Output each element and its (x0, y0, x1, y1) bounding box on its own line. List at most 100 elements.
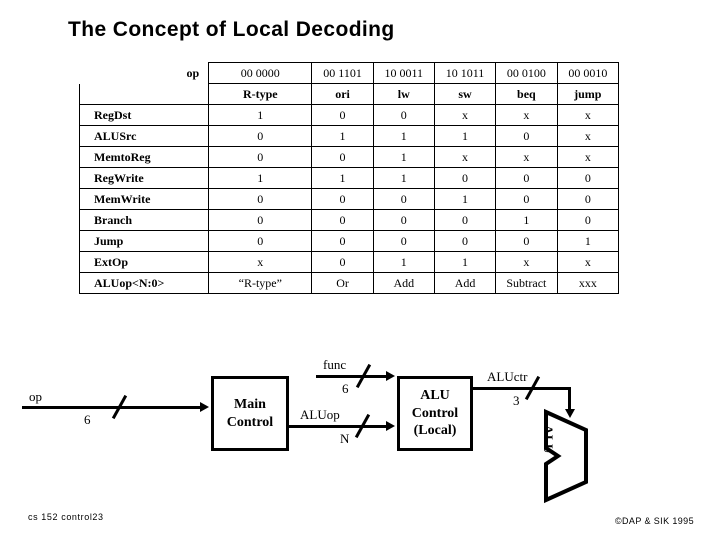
op-wire-width-label: 6 (84, 412, 91, 427)
signal-value: 0 (209, 126, 312, 146)
signal-name: ExtOp (80, 252, 209, 272)
signal-value: x (434, 105, 496, 125)
signal-value: 1 (373, 147, 434, 167)
aluctr-wire-label: ALUctr (487, 369, 528, 384)
empty-corner-cell (80, 84, 209, 104)
signal-value: xxx (557, 273, 618, 293)
signal-value: 0 (373, 189, 434, 209)
aluop-wire-label: ALUop (300, 407, 340, 422)
signal-value: 1 (312, 126, 373, 146)
signal-value: 1 (434, 189, 496, 209)
signal-value: 0 (312, 189, 373, 209)
alu-control-line1: ALU (420, 388, 450, 404)
signal-value: Add (434, 273, 496, 293)
signal-value: 0 (312, 231, 373, 251)
table-row: MemWrite 0 0 0 1 0 0 (80, 189, 618, 209)
signal-value: 0 (209, 147, 312, 167)
table-header-opcodes: op 00 0000 00 1101 10 0011 10 1011 00 01… (78, 62, 618, 84)
func-wire-arrowhead (386, 371, 395, 381)
signal-value: 0 (434, 210, 496, 230)
signal-value: 0 (209, 189, 312, 209)
opcode-cell: 00 0000 (209, 63, 312, 83)
signal-value: 1 (434, 252, 496, 272)
signal-value: 0 (312, 147, 373, 167)
signal-value: 0 (209, 210, 312, 230)
opcode-cell: 00 1101 (312, 63, 373, 83)
func-wire (316, 375, 388, 378)
signal-value: 1 (434, 126, 496, 146)
table-row: RegWrite 1 1 1 0 0 0 (80, 168, 618, 188)
signal-value: 1 (373, 168, 434, 188)
table-body: op 00 0000 00 1101 10 0011 10 1011 00 01… (78, 62, 618, 293)
signal-value: 0 (373, 231, 434, 251)
aluctr-wire-horizontal (473, 387, 571, 390)
signal-value: 0 (496, 126, 557, 146)
signal-value: 0 (557, 210, 618, 230)
opcode-cell: 10 0011 (373, 63, 434, 83)
signal-value: 0 (312, 105, 373, 125)
signal-value: 0 (496, 189, 557, 209)
signal-value: x (496, 252, 557, 272)
local-decoding-block-diagram: op 6 Main Control func 6 ALUop N ALU Con… (0, 345, 720, 510)
signal-value: 1 (209, 105, 312, 125)
instruction-cell: lw (373, 84, 434, 104)
op-wire-arrowhead (200, 402, 209, 412)
op-header-label: op (78, 62, 209, 84)
instruction-cell: beq (496, 84, 557, 104)
signal-value: 0 (496, 168, 557, 188)
alu-unit-label: ALU (541, 425, 556, 454)
signal-value: 1 (496, 210, 557, 230)
signal-value: x (557, 105, 618, 125)
control-signal-table: op 00 0000 00 1101 10 0011 10 1011 00 01… (78, 62, 619, 294)
signal-name: ALUSrc (80, 126, 209, 146)
signal-name: MemtoReg (80, 147, 209, 167)
signal-value: 0 (373, 105, 434, 125)
alu-control-box[interactable]: ALU Control (Local) (397, 376, 473, 451)
signal-value: 1 (373, 126, 434, 146)
aluop-wire (288, 425, 388, 428)
signal-value: x (557, 126, 618, 146)
signal-value: “R-type” (209, 273, 312, 293)
signal-value: 0 (434, 168, 496, 188)
signal-value: x (496, 147, 557, 167)
func-wire-width-label: 6 (342, 381, 349, 396)
opcode-cell: 00 0010 (557, 63, 618, 83)
signal-value: x (209, 252, 312, 272)
func-wire-label: func (323, 357, 347, 372)
signal-value: 1 (373, 252, 434, 272)
page-title: The Concept of Local Decoding (68, 18, 395, 41)
table-row: Jump 0 0 0 0 0 1 (80, 231, 618, 251)
signal-value: 0 (557, 189, 618, 209)
signal-name: RegDst (80, 105, 209, 125)
op-wire-label: op (29, 389, 42, 404)
table-row: ALUSrc 0 1 1 1 0 x (80, 126, 618, 146)
main-control-line1: Main (234, 397, 266, 412)
alu-control-line3: (Local) (413, 423, 457, 439)
signal-value: 0 (557, 168, 618, 188)
main-control-line2: Control (226, 414, 274, 430)
aluop-wire-width-label: N (340, 431, 350, 446)
aluop-wire-arrowhead (386, 421, 395, 431)
table-header-instructions: R-type ori lw sw beq jump (80, 84, 618, 104)
signal-name: ALUop<N:0> (80, 273, 209, 293)
alu-control-line2: Control (411, 405, 459, 421)
signal-value: 1 (312, 168, 373, 188)
alu-unit-shape (544, 408, 588, 504)
signal-value: Add (373, 273, 434, 293)
main-control-box[interactable]: Main Control (211, 376, 289, 451)
instruction-cell: R-type (209, 84, 312, 104)
table-row: MemtoReg 0 0 1 x x x (80, 147, 618, 167)
signal-name: Jump (80, 231, 209, 251)
instruction-cell: ori (312, 84, 373, 104)
signal-value: 1 (209, 168, 312, 188)
table-row: ALUop<N:0> “R-type” Or Add Add Subtract … (80, 273, 618, 293)
opcode-cell: 10 1011 (434, 63, 496, 83)
signal-value: Subtract (496, 273, 557, 293)
signal-value: x (434, 147, 496, 167)
signal-name: MemWrite (80, 189, 209, 209)
signal-value: x (557, 252, 618, 272)
signal-name: RegWrite (80, 168, 209, 188)
instruction-cell: jump (557, 84, 618, 104)
op-wire (22, 406, 202, 409)
signal-value: 0 (312, 210, 373, 230)
